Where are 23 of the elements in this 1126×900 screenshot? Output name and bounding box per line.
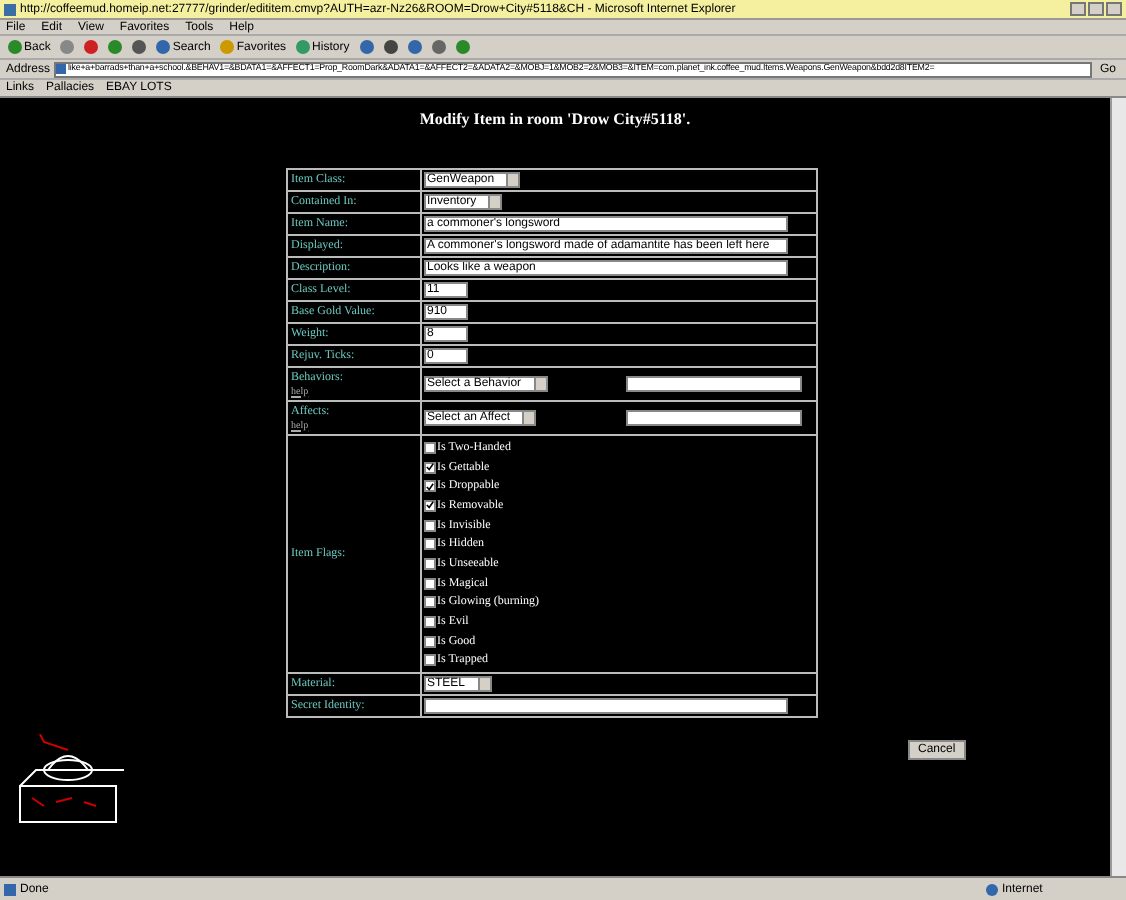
- checkbox[interactable]: [423, 499, 435, 512]
- checkbox[interactable]: [423, 519, 435, 532]
- checkbox[interactable]: [423, 557, 435, 570]
- scrollbar[interactable]: [1110, 98, 1126, 876]
- checkbox[interactable]: [423, 538, 435, 551]
- minimize-button[interactable]: [1070, 2, 1086, 16]
- input-field[interactable]: [625, 410, 801, 426]
- checkbox[interactable]: [423, 461, 435, 474]
- page-icon: [56, 64, 67, 74]
- page-icon: [4, 883, 16, 895]
- checkbox[interactable]: [423, 596, 435, 609]
- page-heading: Modify Item in room 'Drow City#5118'.: [419, 112, 691, 128]
- checkbox[interactable]: [423, 616, 435, 629]
- checkbox[interactable]: [423, 480, 435, 493]
- checkbox[interactable]: [423, 577, 435, 590]
- checkbox[interactable]: [423, 635, 435, 648]
- input-field[interactable]: [625, 376, 801, 392]
- checkbox[interactable]: [423, 654, 435, 667]
- close-button[interactable]: [1106, 2, 1122, 16]
- checkbox[interactable]: [423, 441, 435, 454]
- maximize-button[interactable]: [1088, 2, 1104, 16]
- page-icon: [4, 3, 16, 15]
- input-field[interactable]: [423, 698, 787, 715]
